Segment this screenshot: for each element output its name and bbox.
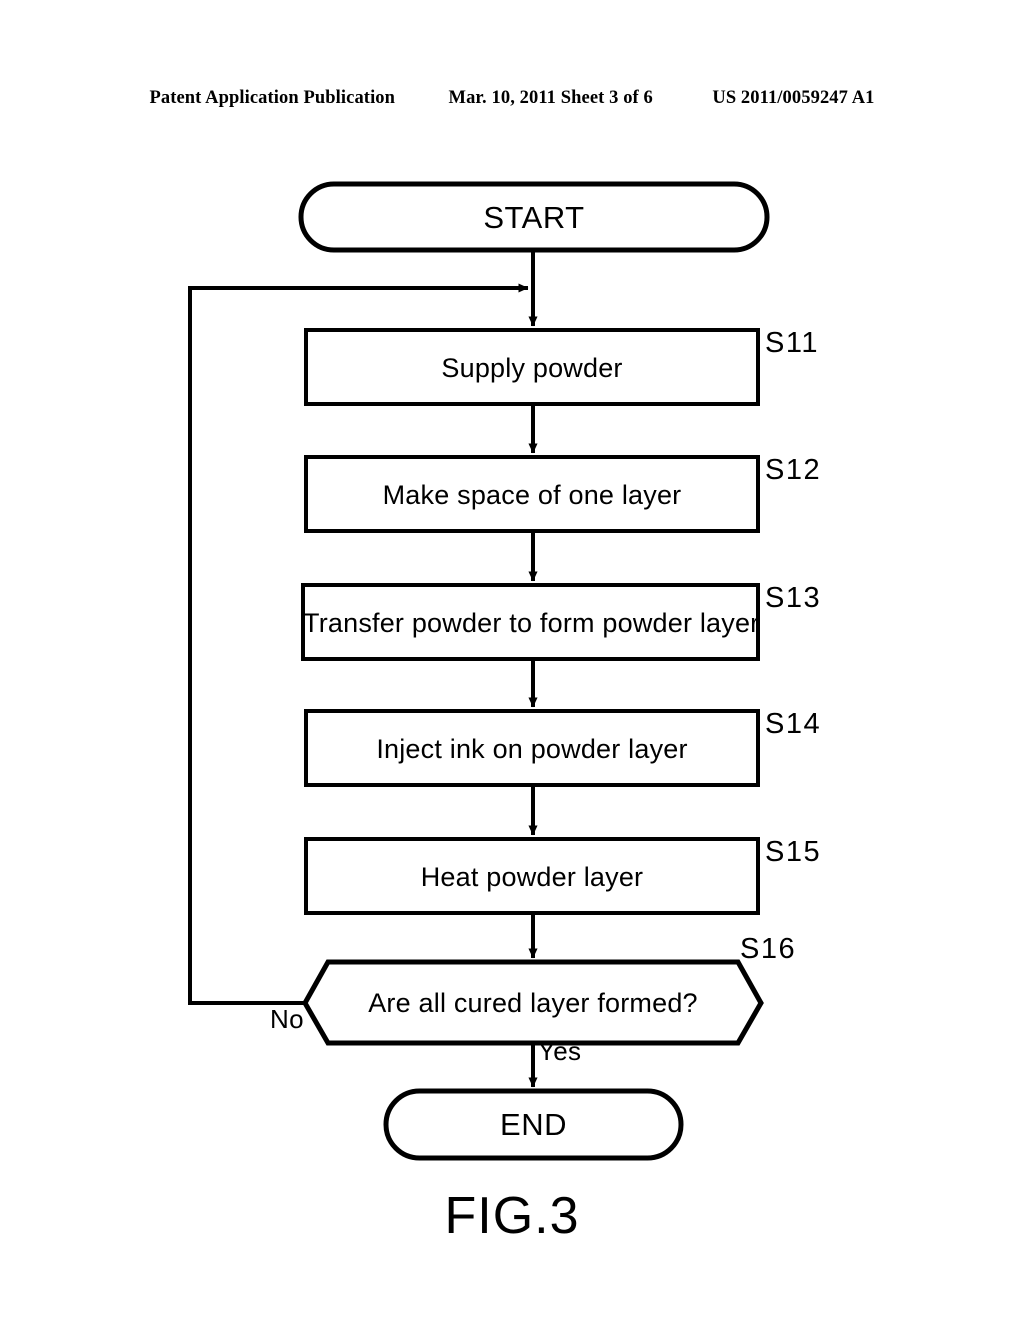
process-label-s14: Inject ink on powder layer [376, 734, 688, 764]
step-tag-s15: S15 [765, 836, 822, 868]
branch-label-yes: Yes [538, 1036, 582, 1066]
figure-caption: FIG.3 [444, 1187, 580, 1245]
branch-label-no: No [270, 1004, 304, 1034]
step-tag-s13: S13 [765, 582, 822, 614]
end-terminal-label: END [500, 1107, 567, 1142]
step-tag-s14: S14 [765, 708, 822, 740]
figure-flowchart: START Supply powder Make space of one la… [0, 0, 1024, 1320]
decision-label-s16: Are all cured layer formed? [368, 988, 698, 1018]
process-label-s12: Make space of one layer [382, 480, 682, 510]
step-tag-s11: S11 [765, 327, 819, 359]
start-terminal-label: START [483, 200, 585, 235]
process-label-s11: Supply powder [441, 353, 623, 383]
process-label-s13: Transfer powder to form powder layer [303, 608, 760, 638]
step-tag-s16: S16 [740, 933, 797, 965]
step-tag-s12: S12 [765, 454, 822, 486]
process-label-s15: Heat powder layer [420, 862, 644, 892]
